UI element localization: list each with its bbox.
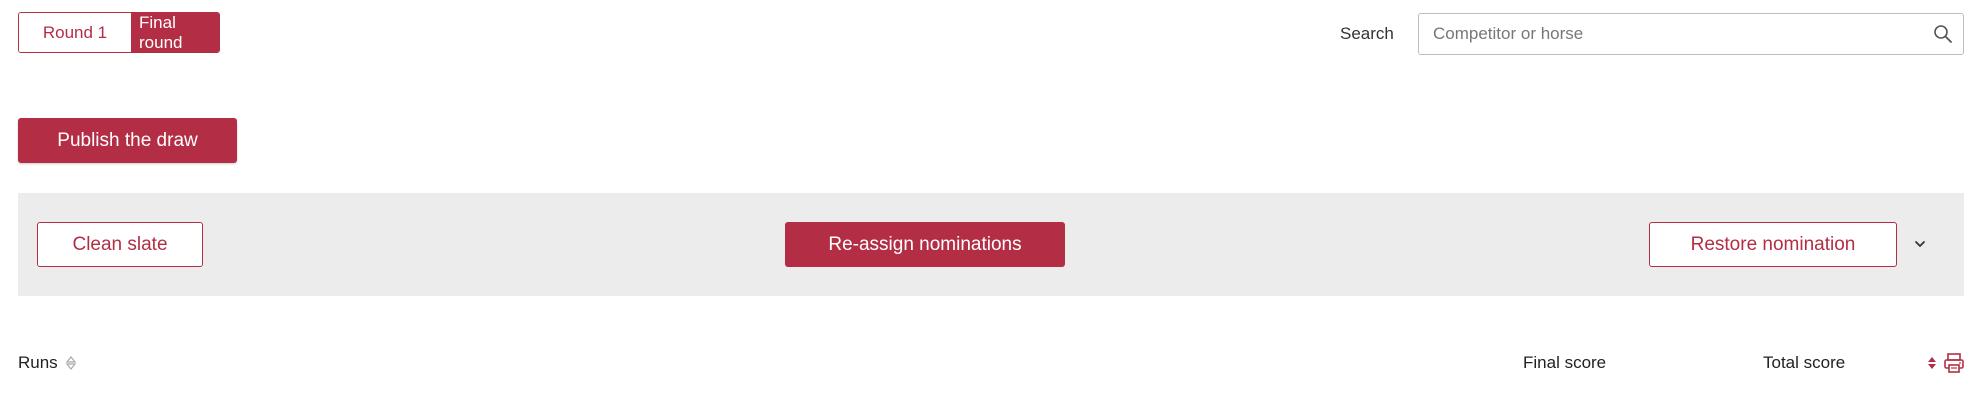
print-icon[interactable]	[1942, 351, 1966, 375]
column-header-final-score[interactable]: Final score	[1523, 353, 1606, 373]
search-label: Search	[1340, 24, 1394, 43]
search-box	[1418, 13, 1964, 55]
clean-slate-button[interactable]: Clean slate	[37, 222, 203, 267]
column-header-runs[interactable]: Runs	[18, 353, 77, 373]
table-header: Runs Final score Total score	[18, 350, 1964, 380]
restore-nomination-button[interactable]: Restore nomination	[1649, 222, 1897, 267]
tab-round-1[interactable]: Round 1	[19, 13, 131, 52]
publish-draw-button[interactable]: Publish the draw	[18, 118, 237, 163]
nomination-actions-bar: Clean slate Re-assign nominations Restor…	[18, 193, 1964, 296]
search-icon[interactable]	[1933, 24, 1953, 44]
sort-icon[interactable]	[65, 355, 77, 371]
column-header-total-score[interactable]: Total score	[1763, 353, 1845, 373]
tab-final-round[interactable]: Final round	[131, 13, 219, 52]
column-header-runs-label: Runs	[18, 353, 58, 372]
sort-icon[interactable]	[1926, 355, 1938, 371]
round-tabs: Round 1 Final round	[18, 12, 220, 53]
search-input[interactable]	[1419, 14, 1933, 54]
draw-page: Round 1 Final round Search Publish the d…	[0, 0, 1980, 400]
reassign-nominations-button[interactable]: Re-assign nominations	[785, 222, 1065, 267]
chevron-down-icon[interactable]	[1913, 237, 1927, 251]
